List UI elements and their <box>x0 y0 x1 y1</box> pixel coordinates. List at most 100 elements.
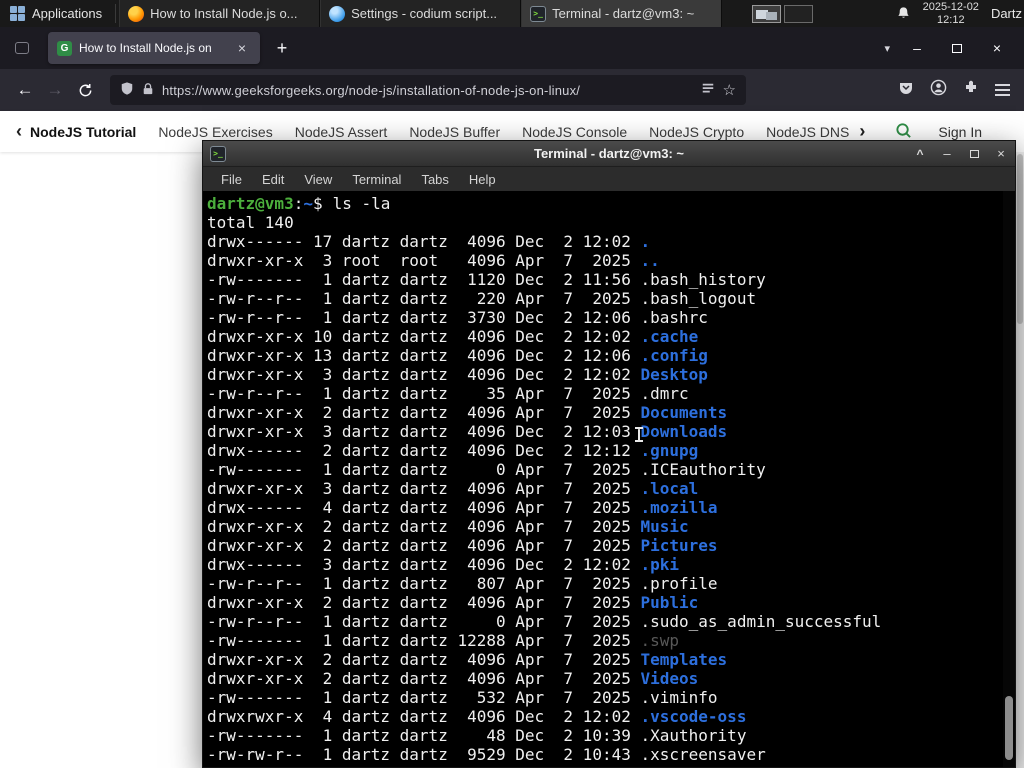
file-row: drwxr-xr-x 2 dartz dartz 4096 Apr 7 2025… <box>207 403 728 422</box>
file-row: drwx------ 4 dartz dartz 4096 Apr 7 2025… <box>207 498 718 517</box>
prompt-dollar: $ <box>312 194 323 213</box>
window-minimize-button[interactable]: – <box>904 40 930 56</box>
mouse-text-cursor <box>633 426 644 444</box>
nav-item-nodejs-crypto[interactable]: NodeJS Crypto <box>649 124 744 140</box>
file-row: -rw-rw-r-- 1 dartz dartz 9529 Dec 2 10:4… <box>207 745 766 764</box>
applications-menu-button[interactable]: Applications <box>0 0 112 27</box>
prompt-colon: : <box>293 194 304 213</box>
menu-edit[interactable]: Edit <box>252 167 294 191</box>
nav-item-nodejs-buffer[interactable]: NodeJS Buffer <box>409 124 500 140</box>
file-row: drwx------ 17 dartz dartz 4096 Dec 2 12:… <box>207 232 651 251</box>
browser-tab[interactable]: G How to Install Node.js on × <box>48 32 260 64</box>
sign-in-link[interactable]: Sign In <box>938 124 982 140</box>
clock-date: 2025-12-02 <box>922 1 979 13</box>
tab-bar: G How to Install Node.js on × + ▾ – × <box>0 27 1024 69</box>
file-row: drwxr-xr-x 13 dartz dartz 4096 Dec 2 12:… <box>207 346 708 365</box>
file-row: -rw-r--r-- 1 dartz dartz 35 Apr 7 2025 .… <box>207 384 689 403</box>
url-bar[interactable]: https://www.geeksforgeeks.org/node-js/in… <box>110 75 746 105</box>
file-row: -rw------- 1 dartz dartz 1120 Dec 2 11:5… <box>207 270 766 289</box>
tab-close-icon[interactable]: × <box>233 39 251 57</box>
terminal-window: >_ Terminal - dartz@vm3: ~ ^ – × File Ed… <box>202 140 1016 768</box>
nav-item-nodejs-dns[interactable]: NodeJS DNS <box>766 124 849 140</box>
terminal-titlebar[interactable]: >_ Terminal - dartz@vm3: ~ ^ – × <box>203 141 1015 167</box>
forward-button[interactable]: → <box>40 75 70 105</box>
menu-view[interactable]: View <box>294 167 342 191</box>
file-row: drwxr-xr-x 2 dartz dartz 4096 Apr 7 2025… <box>207 650 728 669</box>
terminal-maximize-button[interactable] <box>967 149 981 158</box>
terminal-close-button[interactable]: × <box>994 146 1008 161</box>
workspace-pager[interactable] <box>748 0 817 27</box>
taskbar-window-title: Settings - codium script... <box>351 6 498 21</box>
workspace-2[interactable] <box>784 4 814 23</box>
workspace-1[interactable] <box>752 4 782 23</box>
browser-scrollbar[interactable] <box>1016 152 1024 768</box>
file-row: drwxr-xr-x 3 dartz dartz 4096 Dec 2 12:0… <box>207 365 708 384</box>
menu-tabs[interactable]: Tabs <box>411 167 458 191</box>
terminal-output[interactable]: dartz@vm3:~$ ls -la total 140 drwx------ … <box>203 191 1015 767</box>
nav-prev-chevron-icon[interactable]: ‹ <box>12 121 26 142</box>
terminal-minimize-button[interactable]: – <box>940 146 954 161</box>
file-row: drwxr-xr-x 2 dartz dartz 4096 Apr 7 2025… <box>207 536 718 555</box>
nav-item-nodejs-tutorial[interactable]: NodeJS Tutorial <box>30 124 136 140</box>
nav-item-nodejs-exercises[interactable]: NodeJS Exercises <box>158 124 272 140</box>
menu-hamburger-icon[interactable] <box>995 84 1010 96</box>
terminal-scrollbar[interactable] <box>1003 191 1015 767</box>
back-button[interactable]: ← <box>10 75 40 105</box>
reader-mode-icon[interactable] <box>701 82 715 99</box>
window-close-button[interactable]: × <box>984 40 1010 56</box>
taskbar-window-firefox[interactable]: How to Install Node.js o... <box>119 0 321 27</box>
nav-item-nodejs-console[interactable]: NodeJS Console <box>522 124 627 140</box>
terminal-shade-button[interactable]: ^ <box>913 147 927 161</box>
pocket-icon[interactable] <box>898 80 914 101</box>
file-row: -rw-r--r-- 1 dartz dartz 807 Apr 7 2025 … <box>207 574 718 593</box>
menu-help[interactable]: Help <box>459 167 506 191</box>
search-icon[interactable] <box>895 122 912 142</box>
site-nav-items: NodeJS Tutorial NodeJS Exercises NodeJS … <box>30 124 849 140</box>
clock[interactable]: 2025-12-02 12:12 <box>923 1 979 26</box>
menu-terminal[interactable]: Terminal <box>342 167 411 191</box>
notifications-bell-icon[interactable] <box>896 6 911 21</box>
browser-scrollbar-thumb[interactable] <box>1017 154 1023 324</box>
menu-file[interactable]: File <box>211 167 252 191</box>
terminal-icon: >_ <box>530 5 547 22</box>
extensions-icon[interactable] <box>963 80 979 101</box>
clock-time: 12:12 <box>937 13 965 26</box>
file-row: drwxr-xr-x 2 dartz dartz 4096 Apr 7 2025… <box>207 593 699 612</box>
taskbar-window-terminal[interactable]: >_ Terminal - dartz@vm3: ~ <box>521 0 723 27</box>
file-row: -rw-r--r-- 1 dartz dartz 0 Apr 7 2025 .s… <box>207 612 882 631</box>
file-row: -rw-r--r-- 1 dartz dartz 3730 Dec 2 12:0… <box>207 308 708 327</box>
file-row: drwxrwxr-x 4 dartz dartz 4096 Dec 2 12:0… <box>207 707 747 726</box>
list-all-tabs-chevron-icon[interactable]: ▾ <box>884 42 890 55</box>
top-panel: Applications How to Install Node.js o...… <box>0 0 1024 27</box>
account-icon[interactable] <box>930 79 947 101</box>
lock-icon[interactable] <box>142 82 154 99</box>
settings-window-icon <box>329 5 346 22</box>
file-row: -rw------- 1 dartz dartz 48 Dec 2 10:39 … <box>207 726 747 745</box>
tracking-shield-icon[interactable] <box>120 81 134 99</box>
terminal-scrollbar-thumb[interactable] <box>1005 696 1013 760</box>
nav-next-chevron-icon[interactable]: › <box>855 121 869 142</box>
firefox-view-icon[interactable] <box>10 36 34 60</box>
file-row: drwxr-xr-x 3 dartz dartz 4096 Dec 2 12:0… <box>207 422 728 441</box>
taskbar-window-settings[interactable]: Settings - codium script... <box>320 0 522 27</box>
file-row: drwx------ 2 dartz dartz 4096 Dec 2 12:1… <box>207 441 699 460</box>
file-row: drwxr-xr-x 2 dartz dartz 4096 Apr 7 2025… <box>207 517 689 536</box>
file-row: drwxr-xr-x 10 dartz dartz 4096 Dec 2 12:… <box>207 327 699 346</box>
nav-item-nodejs-assert[interactable]: NodeJS Assert <box>295 124 388 140</box>
browser-toolbar: ← → https://www.geeksforgeeks.org/node-j… <box>0 69 1024 111</box>
terminal-title: Terminal - dartz@vm3: ~ <box>533 146 685 161</box>
file-row: -rw------- 1 dartz dartz 12288 Apr 7 202… <box>207 631 680 650</box>
file-row: drwx------ 3 dartz dartz 4096 Dec 2 12:0… <box>207 555 680 574</box>
applications-icon <box>10 6 25 21</box>
file-row: drwxr-xr-x 3 dartz dartz 4096 Apr 7 2025… <box>207 479 699 498</box>
total-line: total 140 <box>207 213 294 232</box>
window-maximize-button[interactable] <box>944 43 970 53</box>
file-row: drwxr-xr-x 3 root root 4096 Apr 7 2025 .… <box>207 251 660 270</box>
taskbar-window-title: Terminal - dartz@vm3: ~ <box>552 6 695 21</box>
url-text[interactable]: https://www.geeksforgeeks.org/node-js/in… <box>162 83 693 98</box>
taskbar-window-title: How to Install Node.js o... <box>150 6 298 21</box>
new-tab-button[interactable]: + <box>268 34 296 62</box>
bookmark-star-icon[interactable]: ☆ <box>723 81 736 99</box>
prompt-path: ~ <box>303 194 313 213</box>
reload-button[interactable] <box>70 75 100 105</box>
